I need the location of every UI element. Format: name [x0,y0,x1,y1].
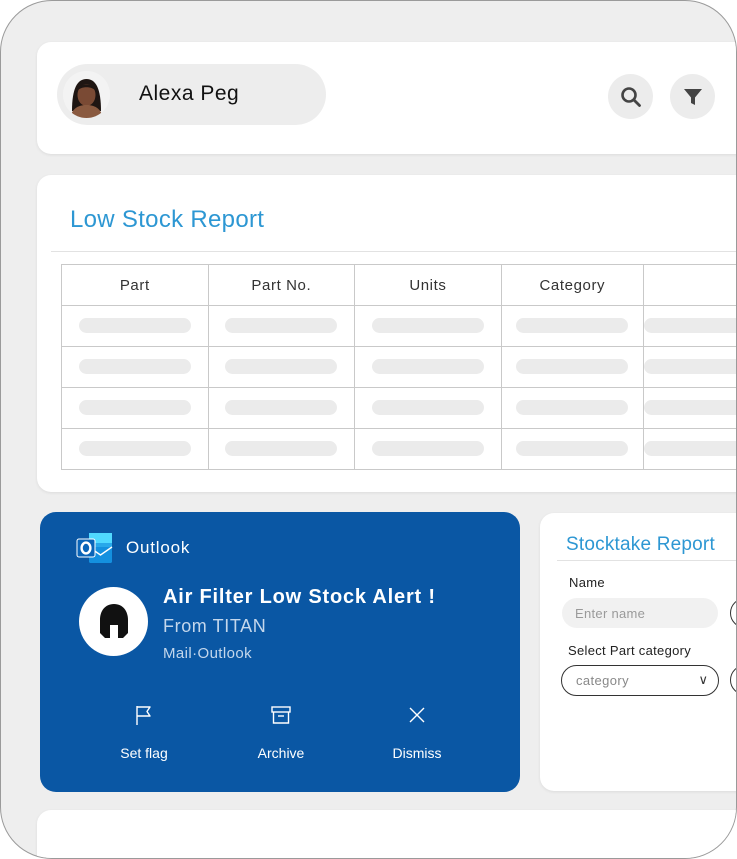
skeleton-cell [78,359,191,375]
skeleton-cell [643,400,736,416]
notification-app-name: Outlook [126,538,191,557]
search-button[interactable] [608,74,653,119]
outlook-logo-icon [76,533,113,563]
skeleton-cell [225,318,338,334]
column-header-part-no[interactable]: Part No. [207,264,356,306]
archive-label: Archive [257,745,305,761]
skeleton-cell [516,441,629,457]
notification-title: Air Filter Low Stock Alert ! [163,586,436,608]
skeleton-cell [78,318,191,334]
outlook-notification[interactable]: Outlook Air Filter Low Stock Alert ! Fro… [40,512,520,792]
divider [51,251,736,252]
skeleton-cell [643,441,736,457]
divider [557,560,736,561]
sender-avatar [79,587,148,656]
avatar [63,71,110,118]
close-icon [409,707,425,723]
flag-icon [136,706,151,725]
table-row[interactable] [61,305,736,347]
part-category-label: Select Part category [568,643,692,658]
skeleton-cell [371,400,484,416]
spartan-helmet-icon [99,603,128,638]
set-flag-label: Set flag [120,745,168,761]
skeleton-cell [78,400,191,416]
dismiss-label: Dismiss [392,745,442,761]
stocktake-report-card: Stocktake Report Name Select Part catego… [540,513,736,791]
table-header-row: Part Part No. Units Category [61,264,736,306]
skeleton-cell [371,359,484,375]
name-side-button[interactable] [730,598,736,628]
name-label: Name [569,575,605,590]
search-icon [620,86,641,107]
dismiss-button[interactable]: Dismiss [362,704,472,761]
skeleton-cell [78,441,191,457]
skeleton-cell [371,318,484,334]
column-header-category[interactable]: Category [500,264,644,306]
top-bar: Alexa Peg [37,42,736,154]
stocktake-report-title: Stocktake Report [566,534,715,555]
column-header-units[interactable]: Units [354,264,502,306]
archive-icon [271,706,291,724]
skeleton-cell [371,441,484,457]
bottom-card [37,810,736,858]
low-stock-table: Part Part No. Units Category [61,264,736,470]
skeleton-cell [516,318,629,334]
set-flag-button[interactable]: Set flag [89,704,199,761]
skeleton-cell [516,400,629,416]
low-stock-report-title: Low Stock Report [70,206,265,233]
device-frame: Alexa Peg Low Stock Report Part Part No.… [0,0,737,859]
column-header-part[interactable]: Part [61,264,209,306]
user-profile-chip[interactable]: Alexa Peg [57,64,326,125]
skeleton-cell [225,441,338,457]
user-name: Alexa Peg [139,82,240,105]
archive-button[interactable]: Archive [226,704,336,761]
low-stock-report-card: Low Stock Report Part Part No. Units Cat… [37,175,736,492]
skeleton-cell [225,359,338,375]
name-input[interactable] [562,598,718,628]
chevron-down-icon: ∨ [698,672,708,687]
filter-icon [683,88,702,105]
table-row[interactable] [61,387,736,429]
skeleton-cell [643,359,736,375]
skeleton-cell [643,318,736,334]
filter-button[interactable] [670,74,715,119]
notification-sender: From TITAN [163,616,267,636]
category-side-button[interactable] [730,665,736,695]
table-row[interactable] [61,428,736,470]
part-category-value: category [576,673,630,688]
part-category-select[interactable]: category ∨ [561,665,719,696]
skeleton-cell [516,359,629,375]
column-header-extra[interactable] [642,264,736,306]
skeleton-cell [225,400,338,416]
table-row[interactable] [61,346,736,388]
notification-meta: Mail·Outlook [163,645,252,662]
